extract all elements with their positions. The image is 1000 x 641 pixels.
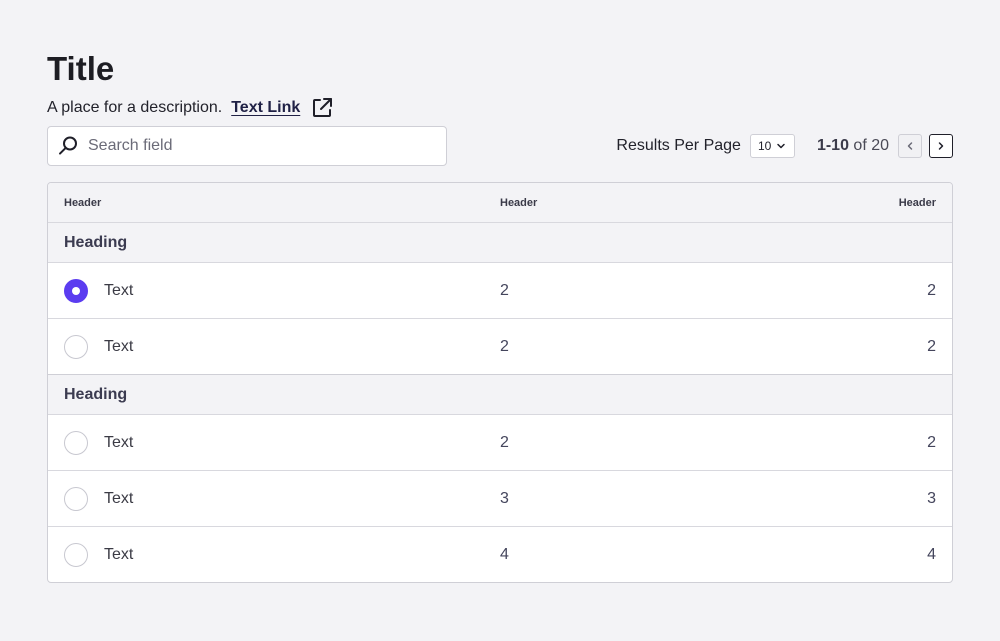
- row-cell: 3: [500, 489, 509, 507]
- table-row[interactable]: Text 3 3: [48, 470, 952, 526]
- data-table: Header Header Header Heading Text 2 2 Te…: [47, 182, 953, 583]
- page-range-current: 1-10: [816, 137, 849, 154]
- chevron-right-icon: [938, 142, 944, 150]
- page-range-total: of 20: [848, 137, 889, 154]
- row-radio[interactable]: [64, 430, 88, 455]
- row-cell: 2: [927, 337, 936, 355]
- row-label: Text: [104, 433, 134, 451]
- row-cell: 4: [500, 545, 509, 563]
- column-header[interactable]: Header: [500, 197, 800, 209]
- row-cell: 2: [500, 433, 509, 451]
- table-row[interactable]: Text 2 2: [48, 262, 952, 318]
- row-label: Text: [104, 489, 134, 507]
- row-radio[interactable]: [64, 542, 88, 567]
- next-page-button[interactable]: [929, 134, 953, 158]
- table-row[interactable]: Text 2 2: [48, 318, 952, 374]
- table-controls: Results Per Page 10 1-10 of 20: [47, 126, 953, 166]
- page-description: A place for a description.: [47, 99, 223, 116]
- results-per-page-value: 10: [757, 139, 772, 153]
- table-header-row: Header Header Header: [48, 183, 952, 222]
- page: Title A place for a description. Text Li…: [47, 50, 953, 583]
- search-icon: [57, 135, 79, 157]
- search-box[interactable]: [47, 126, 447, 166]
- row-label: Text: [104, 337, 134, 355]
- row-cell: 4: [927, 545, 936, 563]
- page-title: Title: [47, 50, 115, 87]
- results-per-page-select[interactable]: 10: [749, 134, 795, 158]
- column-header[interactable]: Header: [800, 197, 952, 209]
- description-row: A place for a description. Text Link: [47, 96, 953, 120]
- pagination: Results Per Page 10 1-10 of 20: [616, 126, 953, 166]
- table-row[interactable]: Text 4 4: [48, 526, 952, 582]
- group-heading: Heading: [48, 374, 952, 414]
- text-link[interactable]: Text Link: [231, 99, 300, 117]
- table-row[interactable]: Text 2 2: [48, 414, 952, 470]
- previous-page-button[interactable]: [898, 134, 922, 158]
- row-radio-selected[interactable]: [64, 278, 88, 303]
- row-radio[interactable]: [64, 486, 88, 511]
- row-cell: 2: [500, 281, 509, 299]
- row-label: Text: [104, 281, 134, 299]
- column-header[interactable]: Header: [48, 197, 500, 209]
- page-range: 1-10 of 20: [817, 137, 889, 155]
- search-input[interactable]: [88, 137, 428, 155]
- chevron-down-icon: [776, 141, 786, 151]
- row-radio[interactable]: [64, 334, 88, 359]
- row-cell: 2: [927, 433, 936, 451]
- row-label: Text: [104, 545, 134, 563]
- row-cell: 3: [927, 489, 936, 507]
- external-link-icon[interactable]: [311, 97, 333, 119]
- results-per-page-label: Results Per Page: [616, 137, 741, 154]
- row-cell: 2: [927, 281, 936, 299]
- group-heading: Heading: [48, 222, 952, 262]
- row-cell: 2: [500, 337, 509, 355]
- chevron-left-icon: [907, 142, 913, 150]
